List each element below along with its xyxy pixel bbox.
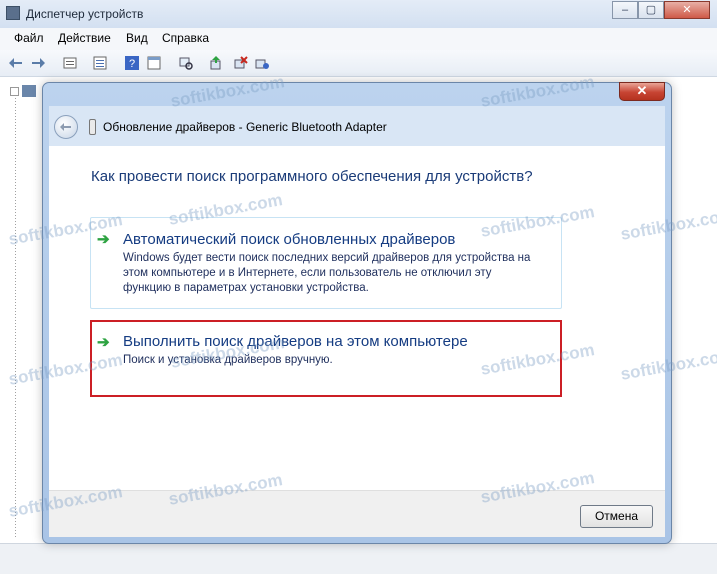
menu-bar: Файл Действие Вид Справка bbox=[0, 28, 717, 51]
properties-icon[interactable] bbox=[62, 55, 78, 71]
uninstall-device-icon[interactable] bbox=[254, 55, 270, 71]
auto-search-desc-line3: функцию в параметрах установки устройств… bbox=[123, 282, 369, 294]
cancel-button[interactable]: Отмена bbox=[580, 505, 653, 528]
disable-device-icon[interactable] bbox=[232, 55, 248, 71]
forward-arrow-icon[interactable] bbox=[30, 55, 46, 71]
dialog-question: Как провести поиск программного обеспече… bbox=[91, 168, 533, 185]
update-driver-icon[interactable] bbox=[208, 55, 224, 71]
window-title: Диспетчер устройств bbox=[26, 7, 144, 21]
menu-view[interactable]: Вид bbox=[126, 31, 148, 45]
dialog-title: Обновление драйверов - Generic Bluetooth… bbox=[103, 120, 387, 134]
menu-file[interactable]: Файл bbox=[14, 31, 44, 45]
minimize-button[interactable]: – bbox=[612, 1, 638, 19]
device-list-icon[interactable] bbox=[92, 55, 108, 71]
title-bar[interactable]: Диспетчер устройств – ▢ ✕ bbox=[0, 0, 717, 29]
device-manager-icon bbox=[6, 6, 20, 20]
view-icon[interactable] bbox=[146, 55, 162, 71]
green-arrow-icon: ➔ bbox=[97, 231, 110, 248]
menu-help[interactable]: Справка bbox=[162, 31, 209, 45]
dialog-footer bbox=[49, 490, 665, 537]
computer-icon bbox=[22, 85, 36, 97]
browse-computer-option[interactable]: ➔ Выполнить поиск драйверов на этом комп… bbox=[90, 320, 562, 397]
green-arrow-icon: ➔ bbox=[97, 334, 110, 351]
dialog-back-button[interactable] bbox=[54, 115, 78, 139]
auto-search-desc-line1: Windows будет вести поиск последних верс… bbox=[123, 252, 531, 264]
back-arrow-icon[interactable] bbox=[8, 55, 24, 71]
back-arrow-icon bbox=[60, 123, 71, 131]
tree-connector-line bbox=[15, 89, 16, 539]
scan-hardware-icon[interactable] bbox=[178, 55, 194, 71]
menu-action[interactable]: Действие bbox=[58, 31, 111, 45]
toolbar: ? bbox=[0, 50, 717, 77]
browse-computer-desc: Поиск и установка драйверов вручную. bbox=[123, 354, 333, 366]
auto-search-title: Автоматический поиск обновленных драйвер… bbox=[123, 231, 456, 248]
tree-expander[interactable] bbox=[10, 87, 19, 96]
help-icon[interactable]: ? bbox=[124, 55, 140, 71]
status-bar bbox=[0, 543, 717, 574]
svg-text:?: ? bbox=[129, 58, 135, 70]
maximize-button[interactable]: ▢ bbox=[638, 1, 664, 19]
auto-search-desc-line2: этом компьютере и в Интернете, если поль… bbox=[123, 267, 492, 279]
dialog-close-button[interactable]: ✕ bbox=[619, 82, 665, 101]
browse-computer-title: Выполнить поиск драйверов на этом компью… bbox=[123, 333, 468, 350]
close-button[interactable]: ✕ bbox=[664, 1, 710, 19]
auto-search-option[interactable]: ➔ Автоматический поиск обновленных драйв… bbox=[90, 217, 562, 309]
bluetooth-device-icon bbox=[89, 119, 96, 135]
